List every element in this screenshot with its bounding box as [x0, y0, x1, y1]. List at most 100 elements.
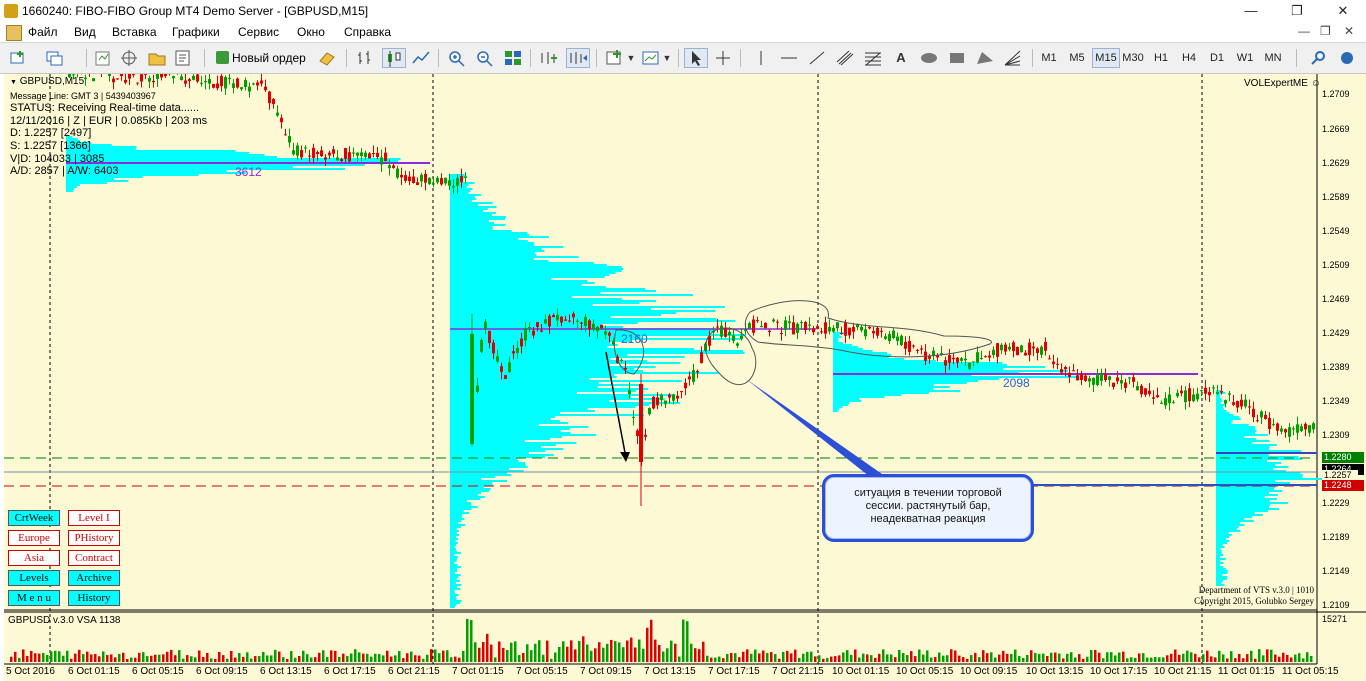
candle-body [420, 174, 423, 182]
price-chart[interactable] [4, 74, 1366, 681]
tile-windows-icon[interactable] [502, 48, 524, 68]
data-window-icon[interactable] [118, 48, 140, 68]
menu-view[interactable]: Вид [74, 25, 96, 39]
chart-window[interactable]: ▼ GBPUSD,M15 Message Line: GMT 3 | 54394… [4, 74, 1366, 681]
volume-bar [742, 651, 745, 662]
menu-window[interactable]: Окно [297, 25, 325, 39]
volume-profile-bar [450, 524, 466, 526]
archive-button[interactable]: Archive [68, 570, 120, 586]
mdi-close-button[interactable]: ✕ [1344, 24, 1354, 38]
levels-button[interactable]: Levels [8, 570, 60, 586]
volume-bar [582, 636, 585, 662]
volume-profile-bar [833, 340, 839, 342]
chart-shift-icon[interactable] [566, 48, 590, 68]
candle-body [1220, 391, 1223, 393]
rectangle-tool-icon[interactable] [946, 48, 968, 68]
candle-body [892, 330, 895, 339]
timeframe-m15[interactable]: M15 [1092, 48, 1120, 68]
volume-profile-bar [1216, 576, 1228, 578]
time-tick: 7 Oct 01:15 [452, 666, 504, 677]
fibo-fan-tool-icon[interactable] [1002, 48, 1024, 68]
auto-scroll-icon[interactable] [538, 48, 560, 68]
volume-bar [730, 653, 733, 662]
terminal-icon[interactable] [172, 48, 194, 68]
profiles-icon[interactable] [44, 48, 66, 68]
restore-button[interactable]: ❐ [1274, 0, 1320, 22]
cursor-tool-icon[interactable] [684, 48, 708, 68]
menu-tools[interactable]: Сервис [238, 25, 279, 39]
line-chart-icon[interactable] [410, 48, 432, 68]
minimize-button[interactable]: — [1228, 0, 1274, 22]
vertical-line-tool-icon[interactable] [750, 48, 772, 68]
volume-bar [246, 652, 249, 662]
volume-profile-bar [1216, 446, 1270, 448]
timeframe-d1[interactable]: D1 [1204, 48, 1230, 68]
candle-body [1088, 378, 1091, 382]
phistory-button[interactable]: PHistory [68, 530, 120, 546]
fibonacci-tool-icon[interactable] [862, 48, 884, 68]
timeframe-h1[interactable]: H1 [1148, 48, 1174, 68]
menu-charts[interactable]: Графики [172, 25, 220, 39]
new-chart-icon[interactable] [8, 48, 30, 68]
mdi-minimize-button[interactable]: — [1298, 24, 1310, 38]
volume-profile-bar [1216, 454, 1269, 456]
menu-button[interactable]: M e n u [8, 590, 60, 606]
volume-bar [946, 655, 949, 662]
candle-body [544, 319, 547, 324]
mdi-restore-button[interactable]: ❐ [1320, 24, 1331, 38]
timeframe-m5[interactable]: M5 [1064, 48, 1090, 68]
volume-profile-bar [450, 194, 482, 196]
candle-body [748, 323, 751, 329]
indicators-list-icon[interactable] [604, 48, 626, 68]
ellipse-tool-icon[interactable] [918, 48, 940, 68]
volume-profile-bar [1216, 522, 1240, 524]
zoom-out-icon[interactable] [474, 48, 496, 68]
menu-insert[interactable]: Вставка [112, 25, 157, 39]
price-tick: 1.2109 [1322, 600, 1350, 610]
market-watch-icon[interactable] [92, 48, 114, 68]
trendline-tool-icon[interactable] [806, 48, 828, 68]
timeframe-mn[interactable]: MN [1260, 48, 1286, 68]
volume-bar [290, 651, 293, 662]
autotrading-icon[interactable] [316, 48, 338, 68]
new-order-button[interactable]: Новый ордер [214, 48, 306, 68]
indicators-dropdown-icon[interactable]: ▼ [626, 48, 636, 68]
menu-file[interactable]: Файл [28, 25, 58, 39]
bar-chart-icon[interactable] [354, 48, 376, 68]
crtweek-button[interactable]: CrtWeek [8, 510, 60, 526]
text-tool-icon[interactable]: A [890, 48, 912, 68]
volume-profile-bar [1216, 442, 1253, 444]
volume-profile-bar [1216, 578, 1227, 580]
search-icon[interactable] [1308, 48, 1330, 68]
close-button[interactable]: ✕ [1320, 0, 1366, 22]
chart-document-icon[interactable] [6, 25, 22, 41]
menu-help[interactable]: Справка [344, 25, 391, 39]
triangle-tool-icon[interactable] [974, 48, 996, 68]
templates-icon[interactable] [640, 48, 662, 68]
timeframe-m30[interactable]: M30 [1120, 48, 1146, 68]
crosshair-tool-icon[interactable] [712, 48, 734, 68]
timeframe-w1[interactable]: W1 [1232, 48, 1258, 68]
volume-profile-bar [450, 198, 477, 200]
candlesticks-icon[interactable] [382, 48, 406, 68]
europe-button[interactable]: Europe [8, 530, 60, 546]
timeframe-h4[interactable]: H4 [1176, 48, 1202, 68]
level-i-button[interactable]: Level I [68, 510, 120, 526]
templates-dropdown-icon[interactable]: ▼ [662, 48, 672, 68]
asia-button[interactable]: Asia [8, 550, 60, 566]
equidistant-channel-icon[interactable] [834, 48, 856, 68]
volume-bar [646, 627, 649, 662]
volume-profile-bar [450, 342, 611, 344]
zoom-in-icon[interactable] [446, 48, 468, 68]
contract-button[interactable]: Contract [68, 550, 120, 566]
candle-body [1164, 398, 1167, 406]
candle-body [1044, 341, 1047, 351]
navigator-icon[interactable] [146, 48, 168, 68]
horizontal-line-tool-icon[interactable] [778, 48, 800, 68]
volume-bar [170, 649, 173, 662]
community-icon[interactable] [1336, 48, 1358, 68]
candle-body [836, 322, 839, 329]
history-button[interactable]: History [68, 590, 120, 606]
timeframe-m1[interactable]: M1 [1036, 48, 1062, 68]
candle-body [1092, 377, 1095, 385]
